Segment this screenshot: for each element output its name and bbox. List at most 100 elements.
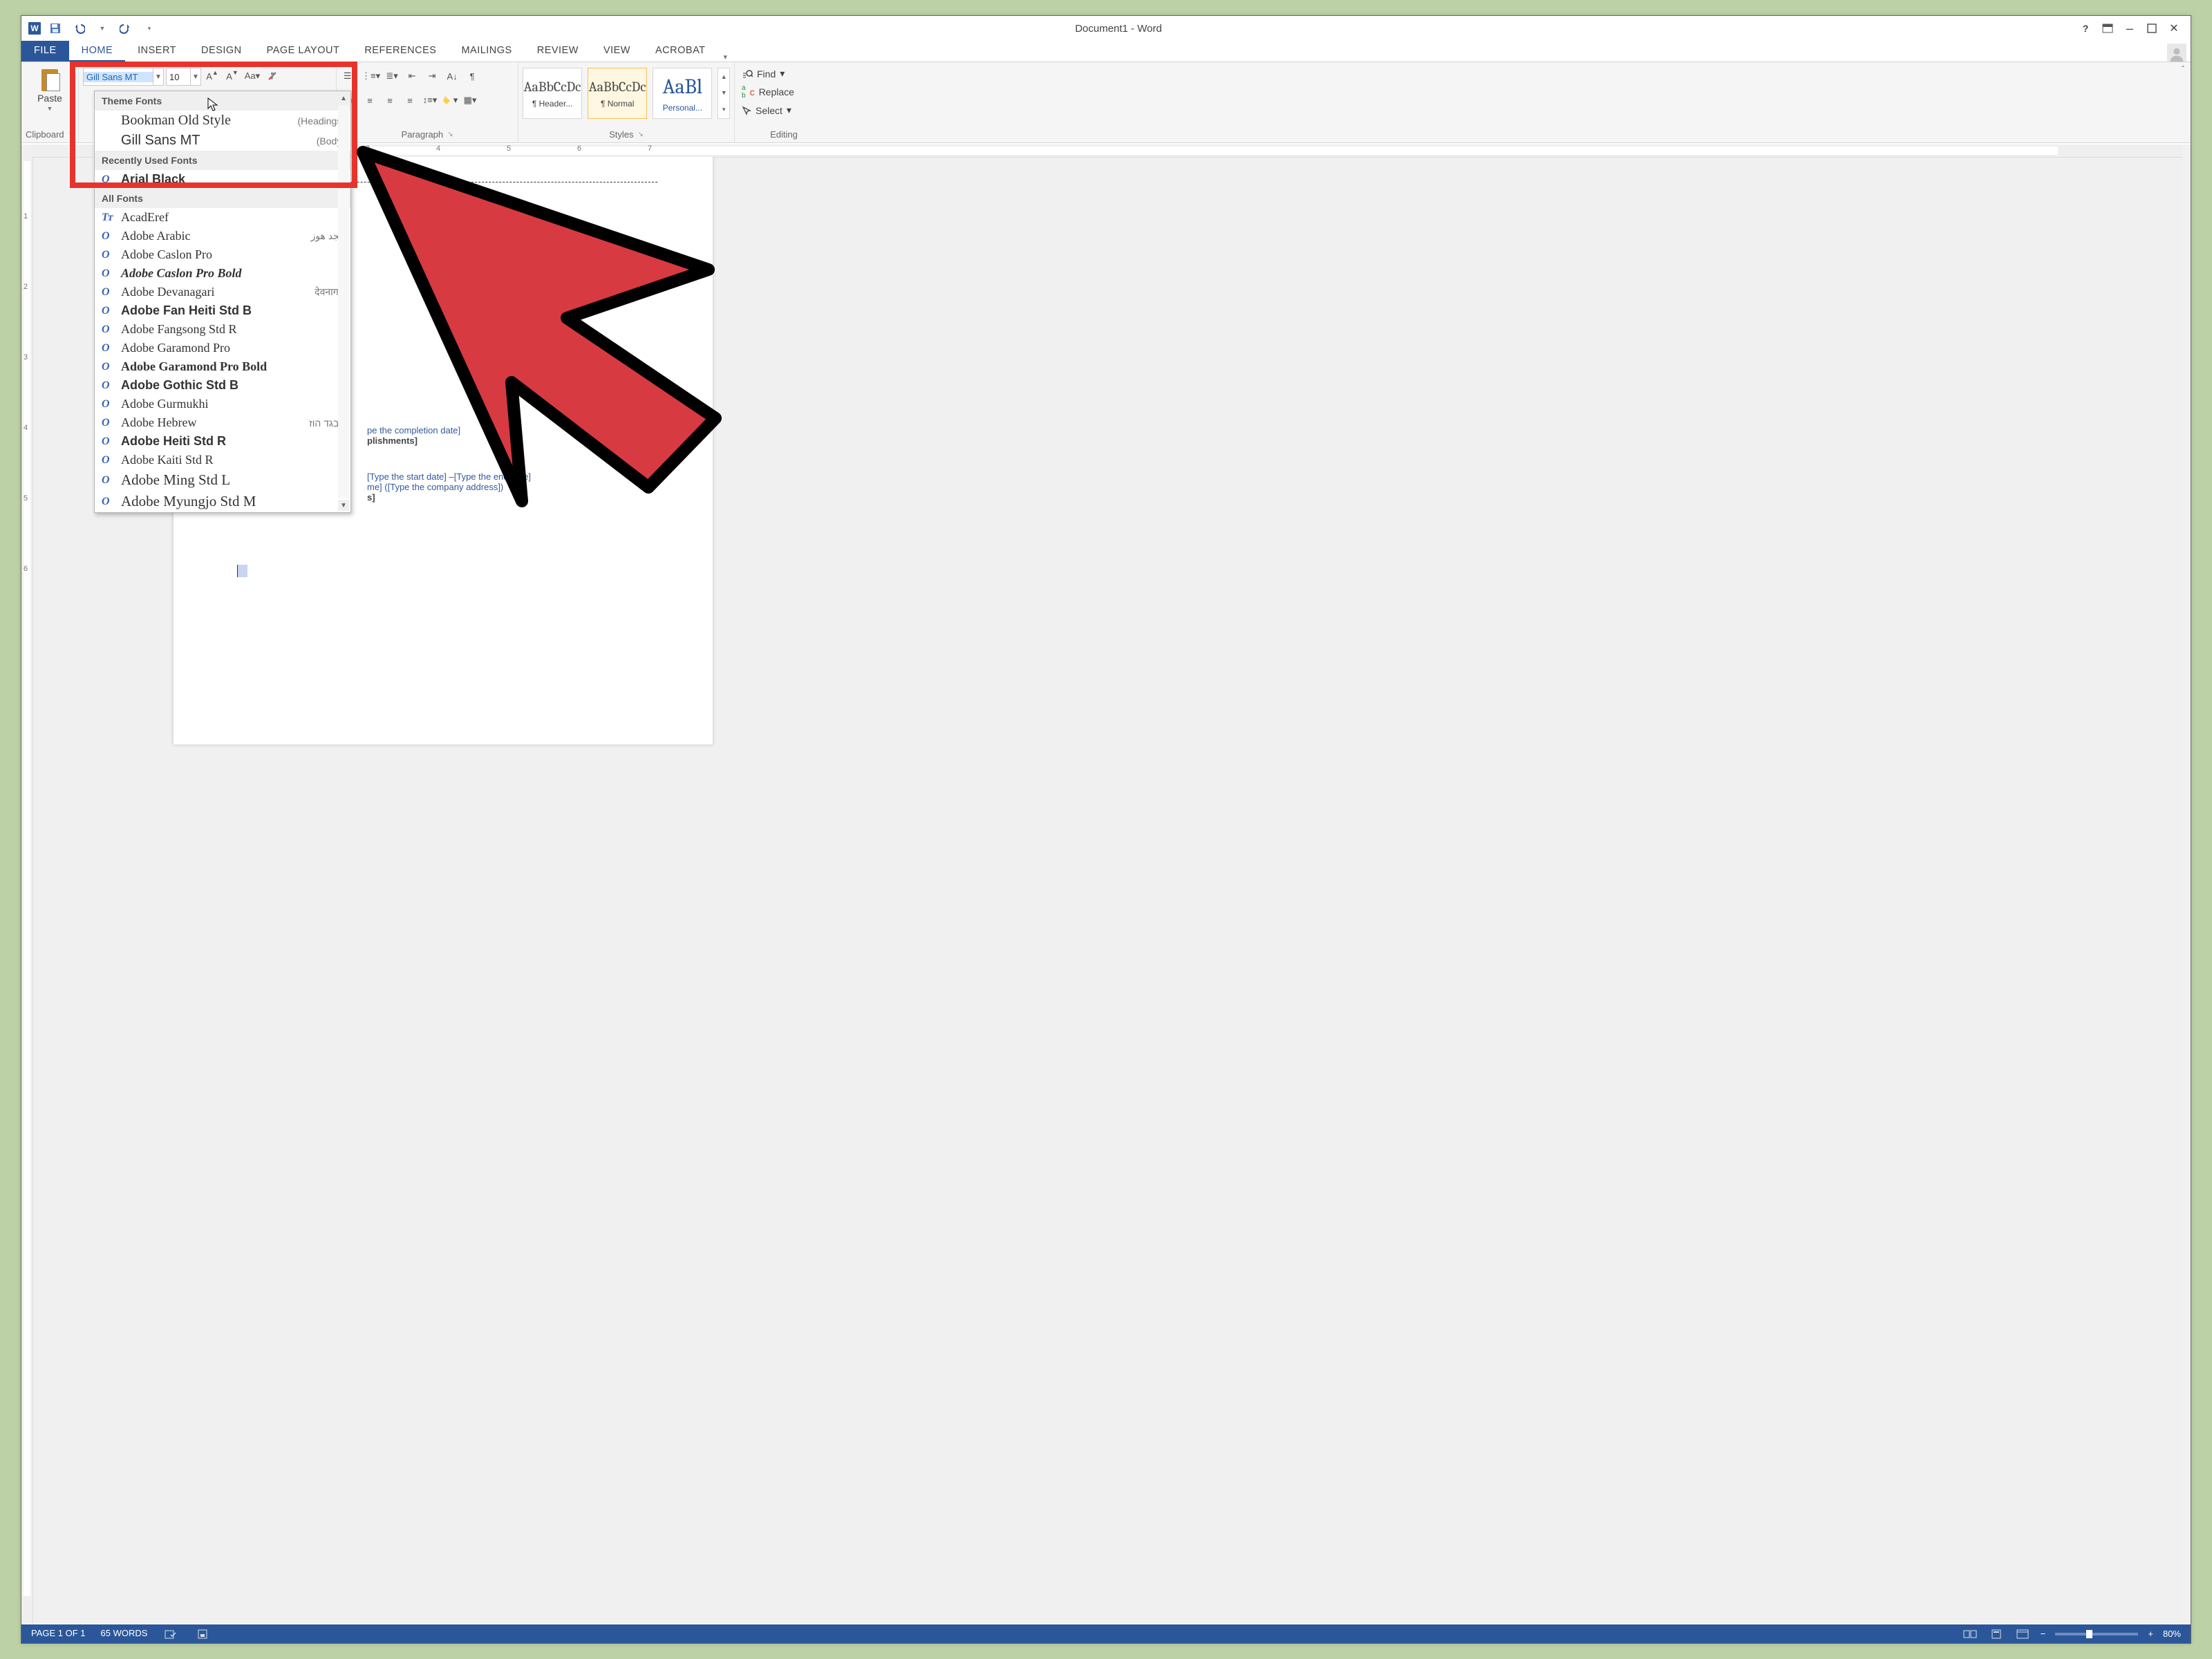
- tab-references[interactable]: REFERENCES: [352, 41, 449, 62]
- show-marks-button[interactable]: ¶: [463, 68, 481, 84]
- font-option[interactable]: OAdobe Heiti Std R: [95, 432, 350, 451]
- find-button[interactable]: Find ▾: [739, 66, 787, 81]
- font-size-selector[interactable]: ▼: [166, 68, 201, 86]
- font-option[interactable]: OAdobe Caslon Pro: [95, 245, 350, 264]
- template-placeholder[interactable]: s]: [367, 492, 375, 503]
- font-option[interactable]: OAdobe Devanagariदेवनागरी: [95, 283, 350, 301]
- paste-button[interactable]: Paste ▼: [33, 65, 66, 113]
- font-option[interactable]: OAdobe Fangsong Std R: [95, 320, 350, 339]
- font-option[interactable]: TᴛAcadEref: [95, 208, 350, 227]
- tab-mailings[interactable]: MAILINGS: [449, 41, 524, 62]
- qat-customize-caret[interactable]: ▾: [140, 19, 158, 37]
- vertical-ruler[interactable]: 123456: [21, 157, 33, 1624]
- template-placeholder[interactable]: me] ([Type the company address]): [367, 482, 503, 492]
- page-indicator[interactable]: PAGE 1 OF 1: [31, 1628, 86, 1640]
- spelling-icon[interactable]: [162, 1628, 179, 1640]
- vertical-scrollbar[interactable]: [2182, 144, 2191, 1624]
- bullets-button[interactable]: ☰▾: [341, 68, 359, 84]
- styles-more-button[interactable]: ▲▼▾: [718, 68, 730, 119]
- increase-indent-button[interactable]: ⇥: [423, 68, 441, 84]
- change-case-button[interactable]: Aa▾: [243, 68, 261, 84]
- template-placeholder[interactable]: [Type the start date] –[Type the end dat…: [367, 471, 531, 482]
- borders-button[interactable]: ▦▾: [461, 92, 479, 109]
- select-button[interactable]: Select ▾: [739, 103, 794, 118]
- help-icon[interactable]: ?: [2079, 21, 2092, 35]
- replace-button[interactable]: abcReplace: [739, 83, 797, 101]
- decrease-indent-button[interactable]: ⇤: [403, 68, 421, 84]
- grow-font-button[interactable]: A▲: [203, 68, 221, 84]
- numbering-button[interactable]: ⋮≡▾: [361, 68, 381, 84]
- font-option[interactable]: OAdobe Garamond Pro: [95, 339, 350, 357]
- font-option[interactable]: OAdobe Gothic Std B: [95, 376, 350, 395]
- template-placeholder[interactable]: plishments]: [367, 435, 418, 446]
- font-name-caret[interactable]: ▼: [153, 68, 163, 85]
- align-right-button[interactable]: ≡: [381, 92, 399, 109]
- font-option[interactable]: OAdobe Arabicأبجد هوز: [95, 227, 350, 245]
- web-layout-button[interactable]: [2014, 1628, 2031, 1640]
- font-option[interactable]: OAdobe Hebrewאבגד הוז: [95, 413, 350, 432]
- font-type-icon: O: [102, 435, 114, 448]
- sort-button[interactable]: A↓: [443, 68, 461, 84]
- style-card[interactable]: AaBlPersonal...: [653, 68, 712, 119]
- zoom-in-button[interactable]: +: [2148, 1629, 2153, 1639]
- close-button[interactable]: ✕: [2167, 21, 2181, 35]
- tab-file[interactable]: FILE: [21, 41, 69, 62]
- clipboard-launcher-icon[interactable]: ↘: [68, 131, 74, 138]
- font-option[interactable]: OAdobe Fan Heiti Std B: [95, 301, 350, 320]
- minimize-button[interactable]: –: [2123, 21, 2137, 35]
- account-avatar[interactable]: [2167, 44, 2186, 62]
- undo-more-caret[interactable]: ▼: [93, 19, 111, 37]
- collapse-ribbon-button[interactable]: ˆ: [2177, 62, 2189, 76]
- font-option[interactable]: OGill Sans MT(Body): [95, 131, 350, 151]
- tab-review[interactable]: REVIEW: [525, 41, 591, 62]
- font-option[interactable]: OAdobe Caslon Pro Bold: [95, 264, 350, 283]
- font-option[interactable]: OAdobe Garamond Pro Bold: [95, 357, 350, 376]
- word-count[interactable]: 65 WORDS: [101, 1628, 148, 1640]
- paragraph-launcher-icon[interactable]: ↘: [447, 131, 453, 138]
- font-name-input[interactable]: [84, 72, 153, 82]
- ribbon-display-options-icon[interactable]: [2101, 21, 2115, 35]
- font-option[interactable]: OAdobe Ming Std L: [95, 469, 350, 491]
- undo-button[interactable]: [70, 19, 88, 37]
- font-option[interactable]: OAdobe Kaiti Std R: [95, 451, 350, 469]
- shrink-font-button[interactable]: A▼: [223, 68, 241, 84]
- tab-design[interactable]: DESIGN: [189, 41, 254, 62]
- zoom-level[interactable]: 80%: [2163, 1629, 2181, 1639]
- zoom-out-button[interactable]: −: [2041, 1629, 2046, 1639]
- font-size-input[interactable]: [167, 72, 190, 82]
- ribbon-collapse-caret[interactable]: ▾: [718, 53, 733, 62]
- font-size-caret[interactable]: ▼: [190, 68, 200, 85]
- font-option[interactable]: OArial Black: [95, 170, 350, 189]
- tab-acrobat[interactable]: ACROBAT: [643, 41, 718, 62]
- tab-insert[interactable]: INSERT: [125, 41, 189, 62]
- save-button[interactable]: [46, 19, 64, 37]
- maximize-button[interactable]: [2145, 21, 2159, 35]
- tab-home[interactable]: HOME: [69, 41, 126, 62]
- tab-page-layout[interactable]: PAGE LAYOUT: [254, 41, 353, 62]
- scroll-down-button[interactable]: ▼: [338, 500, 349, 511]
- font-option[interactable]: OAdobe Gurmukhi: [95, 395, 350, 413]
- font-option[interactable]: OBookman Old Style(Headings): [95, 111, 350, 131]
- font-dropdown[interactable]: ▲ ▼ Theme Fonts OBookman Old Style(Headi…: [94, 91, 351, 513]
- font-option[interactable]: OAdobe Myungjo Std M: [95, 491, 350, 512]
- style-card[interactable]: AaBbCcDc¶ Header...: [523, 68, 582, 119]
- style-card[interactable]: AaBbCcDc¶ Normal: [588, 68, 647, 119]
- multilevel-button[interactable]: ≣▾: [383, 68, 401, 84]
- shading-button[interactable]: ▾: [441, 92, 459, 109]
- read-mode-button[interactable]: [1962, 1628, 1978, 1640]
- scroll-up-button[interactable]: ▲: [338, 93, 349, 104]
- styles-launcher-icon[interactable]: ↘: [638, 131, 644, 138]
- template-placeholder[interactable]: pe the completion date]: [367, 425, 460, 435]
- redo-button[interactable]: [117, 19, 135, 37]
- align-center-button[interactable]: ≡: [361, 92, 379, 109]
- zoom-slider[interactable]: [2055, 1633, 2138, 1635]
- clear-formatting-button[interactable]: [263, 68, 281, 84]
- line-spacing-button[interactable]: ↕≡▾: [421, 92, 439, 109]
- horizontal-ruler[interactable]: 234567: [32, 144, 2182, 158]
- macro-icon[interactable]: [194, 1628, 211, 1640]
- justify-button[interactable]: ≡: [401, 92, 419, 109]
- scroll-track[interactable]: [338, 105, 349, 498]
- print-layout-button[interactable]: [1988, 1628, 2005, 1640]
- tab-view[interactable]: VIEW: [591, 41, 643, 62]
- font-name-selector[interactable]: ▼: [83, 68, 164, 86]
